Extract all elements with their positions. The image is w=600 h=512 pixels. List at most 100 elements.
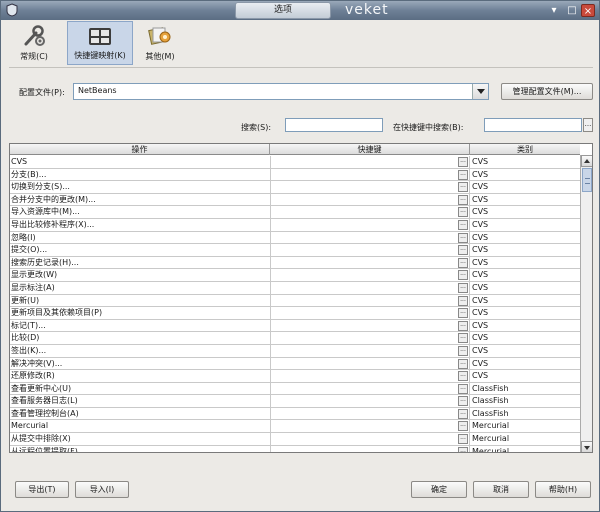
shortcut-cell[interactable]: ... [270, 269, 470, 282]
scroll-down-icon[interactable] [581, 441, 592, 452]
table-row[interactable]: 导入资源库中(M)...... CVS [10, 206, 580, 219]
scroll-up-icon[interactable] [581, 155, 592, 167]
edit-shortcut-button[interactable]: ... [458, 219, 468, 230]
shortcut-cell[interactable]: ... [270, 206, 470, 219]
shortcut-cell[interactable]: ... [270, 281, 470, 294]
edit-shortcut-button[interactable]: ... [458, 282, 468, 293]
window-menu-button[interactable]: ▾ [547, 4, 561, 17]
help-button[interactable]: 帮助(H) [535, 481, 591, 498]
edit-shortcut-button[interactable]: ... [458, 257, 468, 268]
edit-shortcut-button[interactable]: ... [458, 320, 468, 331]
column-header-category[interactable]: 类别 [470, 144, 580, 155]
edit-shortcut-button[interactable]: ... [458, 232, 468, 243]
shortcut-cell[interactable]: ... [270, 294, 470, 307]
import-button[interactable]: 导入(I) [75, 481, 129, 498]
table-row[interactable]: 签出(K)...... CVS [10, 344, 580, 358]
table-row[interactable]: 还原修改(R)... CVS [10, 370, 580, 383]
edit-shortcut-button[interactable]: ... [458, 371, 468, 382]
shortcut-cell[interactable]: ... [270, 156, 470, 168]
shortcut-cell[interactable]: ... [270, 433, 470, 446]
edit-shortcut-button[interactable]: ... [458, 408, 468, 419]
table-row[interactable]: 忽略(I)... CVS [10, 231, 580, 245]
shortcut-search-input[interactable] [484, 118, 582, 132]
edit-shortcut-button[interactable]: ... [458, 345, 468, 356]
table-row[interactable]: 合并分支中的更改(M)...... CVS [10, 193, 580, 207]
table-row[interactable]: 查看服务器日志(L)... ClassFish [10, 395, 580, 408]
table-row[interactable]: 查看管理控制台(A)... ClassFish [10, 407, 580, 421]
cancel-button[interactable]: 取消 [473, 481, 529, 498]
edit-shortcut-button[interactable]: ... [458, 383, 468, 394]
shortcut-cell[interactable]: ... [270, 357, 470, 370]
shortcut-cell[interactable]: ... [270, 370, 470, 383]
table-row[interactable]: 显示标注(A)... CVS [10, 281, 580, 295]
table-row[interactable]: 显示更改(W)... CVS [10, 269, 580, 282]
table-row[interactable]: 搜索历史记录(H)...... CVS [10, 256, 580, 270]
export-button[interactable]: 导出(T) [15, 481, 69, 498]
shortcut-cell[interactable]: ... [270, 168, 470, 181]
table-row[interactable]: 更新项目及其依赖项目(P)... CVS [10, 307, 580, 320]
category-cell: CVS [472, 232, 489, 242]
close-button[interactable]: × [581, 4, 595, 17]
category-general[interactable]: 常规(C) [13, 21, 55, 65]
table-row[interactable]: 导出比较修补程序(X)...... CVS [10, 218, 580, 232]
edit-shortcut-button[interactable]: ... [458, 421, 468, 432]
shortcut-cell[interactable]: ... [270, 407, 470, 420]
scroll-thumb[interactable] [582, 168, 592, 192]
table-row[interactable]: 解决冲突(V)...... CVS [10, 357, 580, 371]
edit-shortcut-button[interactable]: ... [458, 182, 468, 193]
shortcut-cell[interactable]: ... [270, 344, 470, 357]
column-header-action[interactable]: 操作 [10, 144, 270, 155]
table-row[interactable]: 提交(O)...... CVS [10, 244, 580, 257]
shortcut-cell[interactable]: ... [270, 181, 470, 194]
table-row[interactable]: 从远程位置提取(F)... Mercurial [10, 445, 580, 452]
edit-shortcut-button[interactable]: ... [458, 308, 468, 319]
shortcut-cell[interactable]: ... [270, 332, 470, 345]
table-row[interactable]: 分支(B)...... CVS [10, 168, 580, 182]
shortcut-cell[interactable]: ... [270, 307, 470, 320]
shortcut-cell[interactable]: ... [270, 218, 470, 231]
manage-profiles-button[interactable]: 管理配置文件(M)... [501, 83, 593, 100]
chevron-down-icon[interactable] [472, 84, 488, 99]
edit-shortcut-button[interactable]: ... [458, 446, 468, 452]
category-keymap[interactable]: 快捷键映射(K) [67, 21, 133, 65]
shortcut-search-more-button[interactable]: ... [583, 118, 593, 132]
table-row[interactable]: 切换到分支(S)...... CVS [10, 181, 580, 194]
edit-shortcut-button[interactable]: ... [458, 333, 468, 344]
edit-shortcut-button[interactable]: ... [458, 270, 468, 281]
edit-shortcut-button[interactable]: ... [458, 396, 468, 407]
edit-shortcut-button[interactable]: ... [458, 434, 468, 445]
shortcut-cell[interactable]: ... [270, 445, 470, 452]
edit-shortcut-button[interactable]: ... [458, 157, 468, 167]
table-row[interactable]: 比较(D)... CVS [10, 332, 580, 345]
edit-shortcut-button[interactable]: ... [458, 358, 468, 369]
ok-button[interactable]: 确定 [411, 481, 467, 498]
table-row[interactable]: 标记(T)...... CVS [10, 319, 580, 333]
profile-select[interactable]: NetBeans [73, 83, 489, 100]
table-row[interactable]: 更新(U)... CVS [10, 294, 580, 308]
edit-shortcut-button[interactable]: ... [458, 207, 468, 218]
table-row[interactable]: Mercurial... Mercurial [10, 420, 580, 434]
shortcut-cell[interactable]: ... [270, 231, 470, 244]
shortcut-cell[interactable]: ... [270, 395, 470, 408]
shortcut-cell[interactable]: ... [270, 319, 470, 332]
category-other[interactable]: 其他(M) [137, 21, 183, 65]
edit-shortcut-button[interactable]: ... [458, 245, 468, 256]
shortcut-cell[interactable]: ... [270, 420, 470, 433]
window-title: 选项 [235, 2, 331, 19]
search-input[interactable] [285, 118, 383, 132]
table-row[interactable]: 查看更新中心(U)... ClassFish [10, 382, 580, 396]
edit-shortcut-button[interactable]: ... [458, 169, 468, 180]
shortcut-cell[interactable]: ... [270, 382, 470, 395]
table-body: CVS... CVS 分支(B)...... CVS 切换到分支(S)...... CVS… [10, 156, 580, 452]
title-bar[interactable]: 选项 veket ▾ □ × [1, 1, 599, 20]
shortcut-cell[interactable]: ... [270, 193, 470, 206]
edit-shortcut-button[interactable]: ... [458, 295, 468, 306]
table-row[interactable]: CVS... CVS [10, 156, 580, 169]
vertical-scrollbar[interactable] [580, 155, 592, 452]
table-row[interactable]: 从提交中排除(X)... Mercurial [10, 433, 580, 446]
shortcut-cell[interactable]: ... [270, 256, 470, 269]
shortcut-cell[interactable]: ... [270, 244, 470, 257]
column-header-shortcut[interactable]: 快捷键 [270, 144, 470, 155]
maximize-button[interactable]: □ [565, 4, 579, 17]
edit-shortcut-button[interactable]: ... [458, 194, 468, 205]
